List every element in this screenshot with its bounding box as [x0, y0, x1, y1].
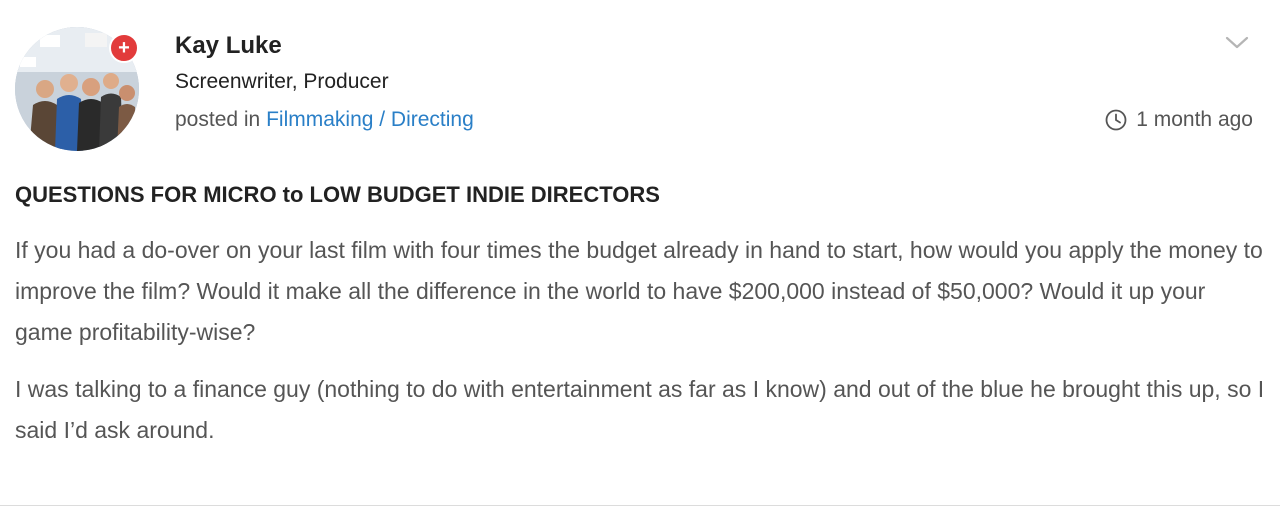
post-card: + Kay Luke Screenwriter, Producer posted… [0, 0, 1280, 506]
author-name[interactable]: Kay Luke [175, 32, 282, 60]
post-timestamp: 1 month ago [1105, 108, 1253, 132]
timestamp-text: 1 month ago [1136, 108, 1253, 131]
clock-icon [1105, 109, 1127, 131]
posted-in-prefix: posted in [175, 108, 261, 131]
post-title: QUESTIONS FOR MICRO to LOW BUDGET INDIE … [15, 182, 660, 207]
category-link[interactable]: Filmmaking / Directing [266, 108, 474, 131]
post-body: If you had a do-over on your last film w… [15, 230, 1265, 467]
post-paragraph: If you had a do-over on your last film w… [15, 237, 1263, 345]
posted-in-line: posted in Filmmaking / Directing [175, 108, 474, 132]
chevron-down-icon[interactable] [1224, 32, 1250, 52]
author-role: Screenwriter, Producer [175, 70, 389, 93]
post-paragraph: I was talking to a finance guy (nothing … [15, 376, 1265, 443]
add-badge-icon[interactable]: + [109, 33, 139, 63]
avatar-container[interactable]: + [15, 27, 139, 151]
